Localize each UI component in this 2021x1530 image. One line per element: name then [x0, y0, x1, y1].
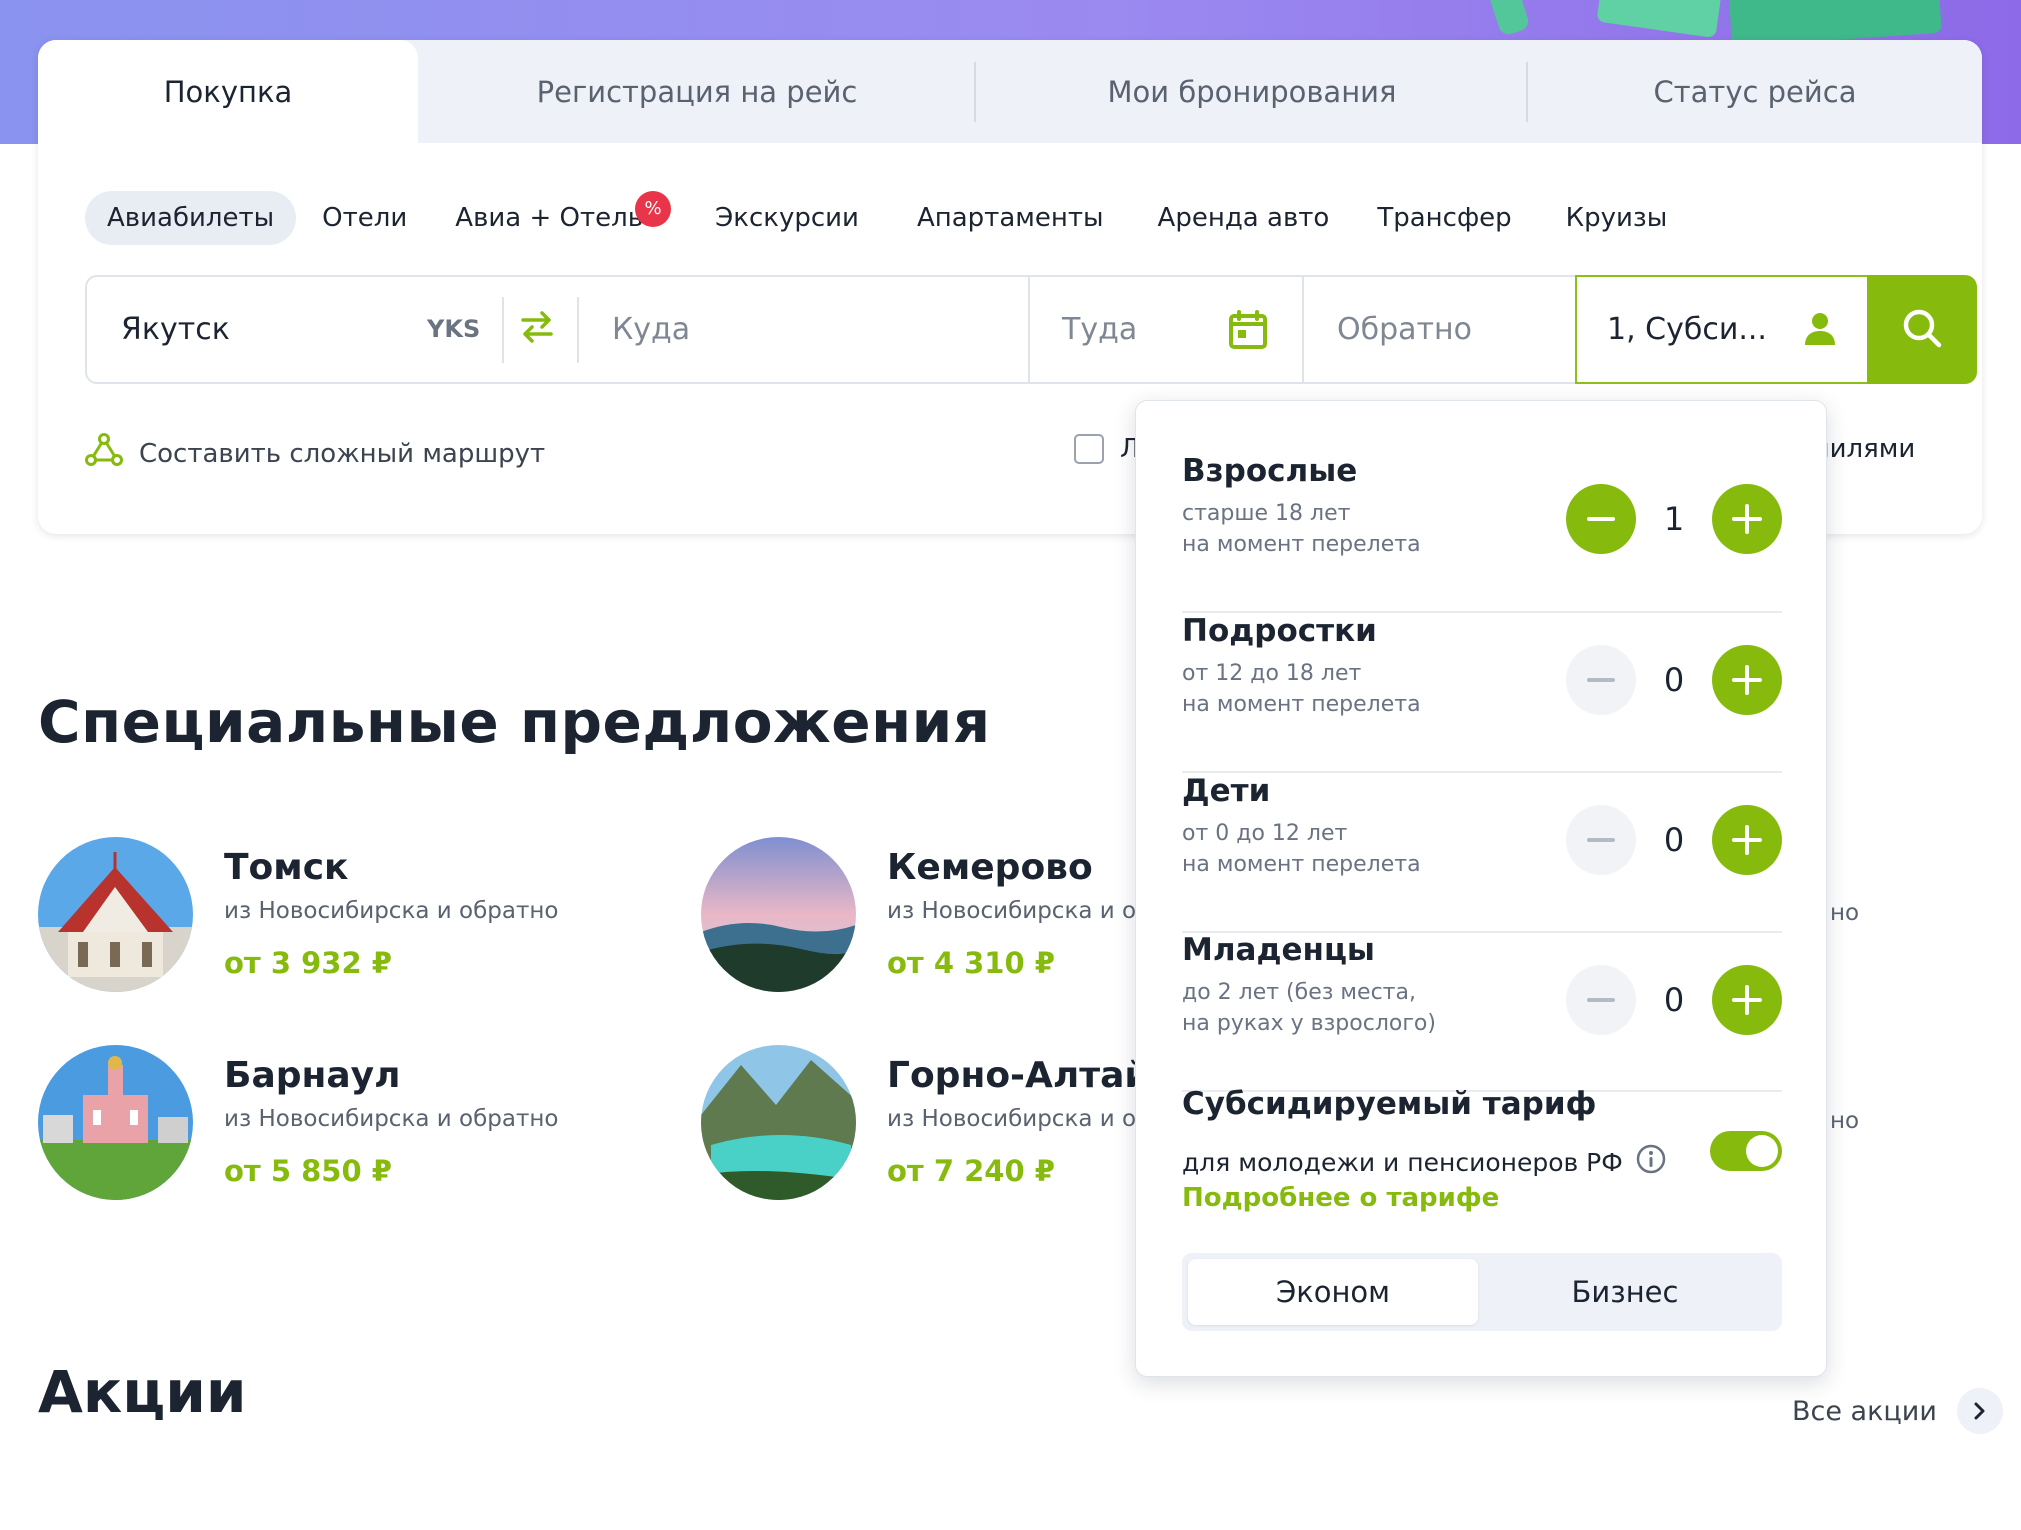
category-apartments[interactable]: Апартаменты — [895, 191, 1126, 245]
passengers-popup: Взрослые старше 18 лет на момент перелет… — [1135, 400, 1827, 1377]
subsidized-title: Субсидируемый тариф — [1182, 1086, 1597, 1122]
increment-button[interactable] — [1712, 645, 1782, 715]
search-form: Якутск YKS Куда Туда Обратно 1, Субси... — [85, 275, 1977, 384]
offer-card[interactable]: Барнаул из Новосибирска и обратно от 5 8… — [38, 1045, 558, 1200]
promos-title: Акции — [38, 1358, 247, 1426]
cabin-class-selector: Эконом Бизнес — [1182, 1253, 1782, 1331]
search-icon — [1901, 307, 1943, 353]
pax-row-teens: Подростки от 12 до 18 лет на момент пере… — [1182, 613, 1782, 773]
decrement-button[interactable] — [1566, 805, 1636, 875]
offer-price: от 7 240 ₽ — [887, 1154, 1055, 1188]
banner-decoration — [1479, 0, 1531, 37]
class-economy[interactable]: Эконом — [1188, 1259, 1478, 1325]
pax-label: Подростки — [1182, 613, 1377, 649]
from-field[interactable]: Якутск — [121, 277, 421, 382]
offer-route-partial: но — [1830, 900, 1860, 926]
pax-row-adults: Взрослые старше 18 лет на момент перелет… — [1182, 453, 1782, 613]
divider — [1028, 277, 1030, 382]
tab-flight-status[interactable]: Статус рейса — [1528, 40, 1982, 143]
pax-count: 0 — [1663, 981, 1685, 1019]
city-photo — [701, 837, 856, 992]
offer-city: Кемерово — [887, 847, 1093, 888]
divider — [502, 297, 504, 363]
offer-card[interactable]: Томск из Новосибирска и обратно от 3 932… — [38, 837, 558, 992]
offer-price: от 3 932 ₽ — [224, 946, 392, 980]
offer-route: из Новосибирска и обр — [887, 1106, 1165, 1132]
top-tabs: Покупка Регистрация на рейс Мои брониров… — [38, 40, 1982, 143]
offer-route: из Новосибирска и обратно — [224, 1106, 559, 1132]
special-offers-title: Специальные предложения — [38, 688, 991, 756]
from-airport-code: YKS — [427, 315, 481, 343]
offer-price: от 4 310 ₽ — [887, 946, 1055, 980]
offer-info: Горно-Алтайс из Новосибирска и обр от 7 … — [887, 1045, 1171, 1200]
info-icon[interactable] — [1635, 1143, 1667, 1181]
all-promos-link[interactable]: Все акции — [1792, 1388, 2003, 1434]
category-cruises[interactable]: Круизы — [1544, 191, 1690, 245]
city-photo — [701, 1045, 856, 1200]
discount-badge: % — [635, 191, 672, 227]
tab-purchase[interactable]: Покупка — [38, 40, 418, 143]
category-car-rental[interactable]: Аренда авто — [1136, 191, 1352, 245]
chevron-right-icon — [1956, 1388, 2003, 1434]
offer-city: Томск — [224, 847, 349, 888]
city-photo — [38, 1045, 193, 1200]
category-flight-hotel[interactable]: Авиа + Отель% — [433, 191, 672, 245]
tab-checkin[interactable]: Регистрация на рейс — [418, 40, 976, 143]
decrement-button[interactable] — [1566, 645, 1636, 715]
subsidized-toggle[interactable] — [1710, 1131, 1782, 1171]
divider — [577, 297, 579, 363]
pax-count: 0 — [1663, 821, 1685, 859]
toggle-knob — [1746, 1135, 1778, 1167]
offer-info: Томск из Новосибирска и обратно от 3 932… — [224, 837, 558, 992]
offer-route: из Новосибирска и обр — [887, 898, 1165, 924]
option-checkbox[interactable] — [1074, 434, 1104, 464]
offer-city: Барнаул — [224, 1055, 401, 1096]
category-flights[interactable]: Авиабилеты — [85, 191, 297, 245]
swap-icon[interactable] — [519, 309, 555, 349]
category-tabs: Авиабилеты Отели Авиа + Отель% Экскурсии… — [85, 190, 1693, 246]
offer-route: из Новосибирска и обратно — [224, 898, 559, 924]
offer-info: Барнаул из Новосибирска и обратно от 5 8… — [224, 1045, 558, 1200]
pax-stepper: 0 — [1566, 645, 1782, 715]
return-date-field[interactable]: Обратно — [1337, 277, 1557, 382]
category-hotels[interactable]: Отели — [300, 191, 429, 245]
pax-count: 1 — [1663, 500, 1685, 538]
complex-route-link[interactable]: Составить сложный маршрут — [85, 433, 545, 474]
city-photo — [38, 837, 193, 992]
increment-button[interactable] — [1712, 805, 1782, 875]
divider — [1302, 277, 1304, 382]
class-business[interactable]: Бизнес — [1480, 1259, 1770, 1325]
to-field[interactable]: Куда — [612, 277, 1062, 382]
decrement-button[interactable] — [1566, 965, 1636, 1035]
search-button[interactable] — [1867, 275, 1977, 384]
calendar-icon[interactable] — [1227, 309, 1269, 355]
increment-button[interactable] — [1712, 484, 1782, 554]
category-excursions[interactable]: Экскурсии — [693, 191, 881, 245]
pax-stepper: 1 — [1566, 484, 1782, 554]
subsidized-more-link[interactable]: Подробнее о тарифе — [1182, 1183, 1499, 1213]
offer-card[interactable]: Горно-Алтайс из Новосибирска и обр от 7 … — [701, 1045, 1171, 1200]
offer-card[interactable]: Кемерово из Новосибирска и обр от 4 310 … — [701, 837, 1165, 992]
category-transfer[interactable]: Трансфер — [1355, 191, 1533, 245]
offer-info: Кемерово из Новосибирска и обр от 4 310 … — [887, 837, 1165, 992]
route-icon — [85, 433, 139, 474]
offer-route-partial: но — [1830, 1108, 1860, 1134]
pax-stepper: 0 — [1566, 805, 1782, 875]
decrement-button[interactable] — [1566, 484, 1636, 554]
subsidized-desc: для молодежи и пенсионеров РФ — [1182, 1143, 1667, 1181]
person-icon — [1803, 311, 1837, 355]
passengers-field[interactable]: 1, Субси... — [1575, 275, 1869, 384]
pax-row-infants: Младенцы до 2 лет (без места, на руках у… — [1182, 932, 1782, 1092]
pax-count: 0 — [1663, 661, 1685, 699]
banner-decoration — [1596, 0, 1724, 39]
tab-my-bookings[interactable]: Мои бронирования — [976, 40, 1528, 143]
pax-stepper: 0 — [1566, 965, 1782, 1035]
offer-price: от 5 850 ₽ — [224, 1154, 392, 1188]
offer-city: Горно-Алтайс — [887, 1055, 1171, 1096]
pax-label: Дети — [1182, 773, 1271, 809]
pax-label: Младенцы — [1182, 932, 1375, 968]
increment-button[interactable] — [1712, 965, 1782, 1035]
pax-row-children: Дети от 0 до 12 лет на момент перелета 0 — [1182, 773, 1782, 933]
